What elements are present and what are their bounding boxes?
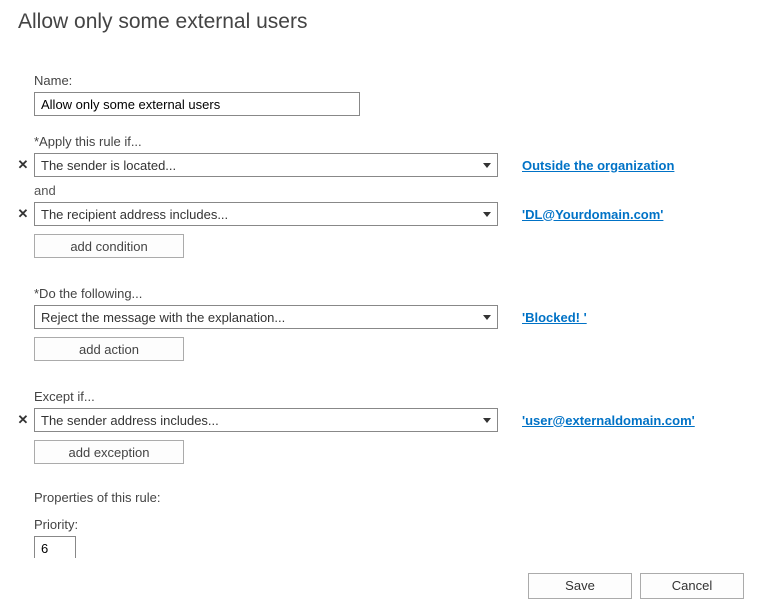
condition-dropdown[interactable]: The recipient address includes... <box>34 202 498 226</box>
condition-row: ✕ The sender is located... Outside the o… <box>34 153 754 177</box>
dropdown-text: The sender address includes... <box>41 413 219 428</box>
action-row: ✕ Reject the message with the explanatio… <box>34 305 754 329</box>
and-label: and <box>34 183 754 198</box>
priority-label: Priority: <box>34 517 754 532</box>
dropdown-text: The sender is located... <box>41 158 176 173</box>
add-action-button[interactable]: add action <box>34 337 184 361</box>
footer: Save Cancel <box>0 558 772 613</box>
condition-row: ✕ The recipient address includes... 'DL@… <box>34 202 754 226</box>
cancel-button[interactable]: Cancel <box>640 573 744 599</box>
chevron-down-icon <box>483 315 491 320</box>
exception-value-link[interactable]: 'user@externaldomain.com' <box>522 413 695 428</box>
close-icon[interactable]: ✕ <box>16 206 30 222</box>
chevron-down-icon <box>483 418 491 423</box>
name-input[interactable] <box>34 92 360 116</box>
apply-if-label: *Apply this rule if... <box>34 134 754 149</box>
except-if-label: Except if... <box>34 389 754 404</box>
page-title: Allow only some external users <box>0 0 772 48</box>
action-value-link[interactable]: 'Blocked! ' <box>522 310 587 325</box>
add-condition-button[interactable]: add condition <box>34 234 184 258</box>
chevron-down-icon <box>483 163 491 168</box>
save-button[interactable]: Save <box>528 573 632 599</box>
exception-dropdown[interactable]: The sender address includes... <box>34 408 498 432</box>
chevron-down-icon <box>483 212 491 217</box>
condition-value-link[interactable]: 'DL@Yourdomain.com' <box>522 207 663 222</box>
name-label: Name: <box>34 73 754 88</box>
condition-dropdown[interactable]: The sender is located... <box>34 153 498 177</box>
priority-input[interactable] <box>34 536 76 558</box>
exception-row: ✕ The sender address includes... 'user@e… <box>34 408 754 432</box>
add-exception-button[interactable]: add exception <box>34 440 184 464</box>
close-icon[interactable]: ✕ <box>16 157 30 173</box>
close-icon[interactable]: ✕ <box>16 412 30 428</box>
properties-label: Properties of this rule: <box>34 490 754 505</box>
dropdown-text: The recipient address includes... <box>41 207 228 222</box>
do-following-label: *Do the following... <box>34 286 754 301</box>
rule-form-scroll[interactable]: Name: *Apply this rule if... ✕ The sende… <box>0 55 772 558</box>
action-dropdown[interactable]: Reject the message with the explanation.… <box>34 305 498 329</box>
condition-value-link[interactable]: Outside the organization <box>522 158 674 173</box>
dropdown-text: Reject the message with the explanation.… <box>41 310 285 325</box>
